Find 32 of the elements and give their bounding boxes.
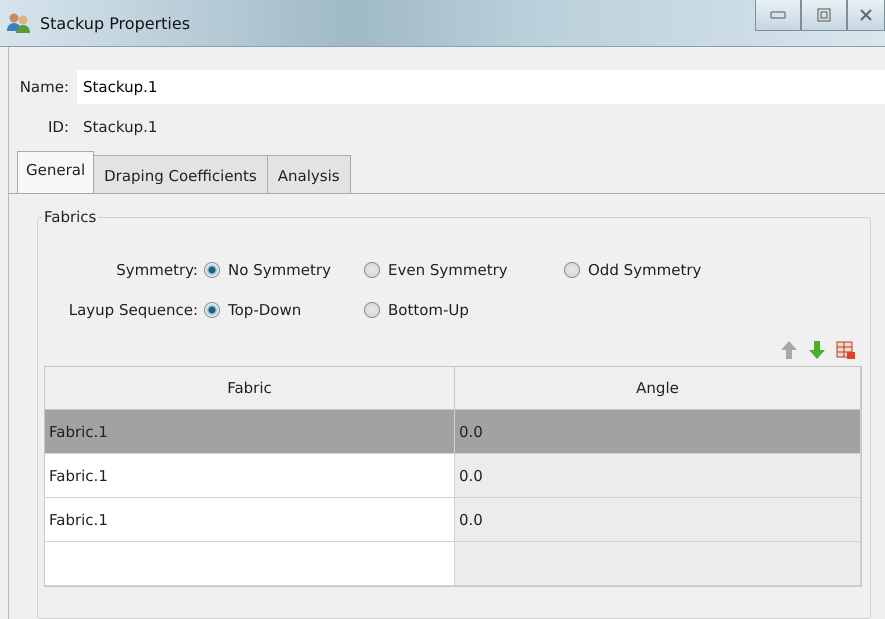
column-header[interactable]: Fabric (45, 367, 455, 410)
window-title: Stackup Properties (40, 14, 190, 32)
column-header[interactable]: Angle (455, 367, 861, 410)
tab[interactable]: Analysis (266, 155, 351, 193)
name-field[interactable]: Stackup.1 (77, 70, 885, 104)
table-cell: 0.0 (455, 498, 861, 542)
radio-option[interactable]: Odd Symmetry (564, 261, 764, 279)
tab[interactable]: Draping Coefficients (93, 155, 268, 193)
table-cell: Fabric.1 (45, 454, 455, 498)
maximize-button[interactable] (801, 0, 847, 31)
id-label: ID: (46, 118, 70, 136)
radio-group-label: Layup Sequence: (68, 301, 199, 319)
radio-option[interactable]: Top-Down (204, 301, 364, 319)
radio-option[interactable]: No Symmetry (204, 261, 364, 279)
delete-table-icon[interactable] (836, 340, 856, 360)
id-value: Stackup.1 (82, 118, 158, 136)
tab[interactable]: General (17, 151, 94, 193)
table-cell: 0.0 (455, 454, 861, 498)
close-icon (859, 8, 873, 22)
group-title: Fabrics (43, 208, 98, 226)
table-cell: 0.0 (455, 410, 861, 454)
table-cell: Fabric.1 (45, 498, 455, 542)
users-icon (6, 12, 32, 34)
maximize-icon (817, 8, 831, 22)
minimize-button[interactable] (755, 0, 801, 31)
radio-option[interactable]: Bottom-Up (364, 301, 564, 319)
radio-group-label: Symmetry: (115, 261, 199, 279)
radio-option[interactable]: Even Symmetry (364, 261, 564, 279)
table-cell: Fabric.1 (45, 410, 455, 454)
close-button[interactable] (847, 0, 885, 31)
minimize-icon (770, 10, 786, 20)
name-label: Name: (18, 78, 70, 96)
